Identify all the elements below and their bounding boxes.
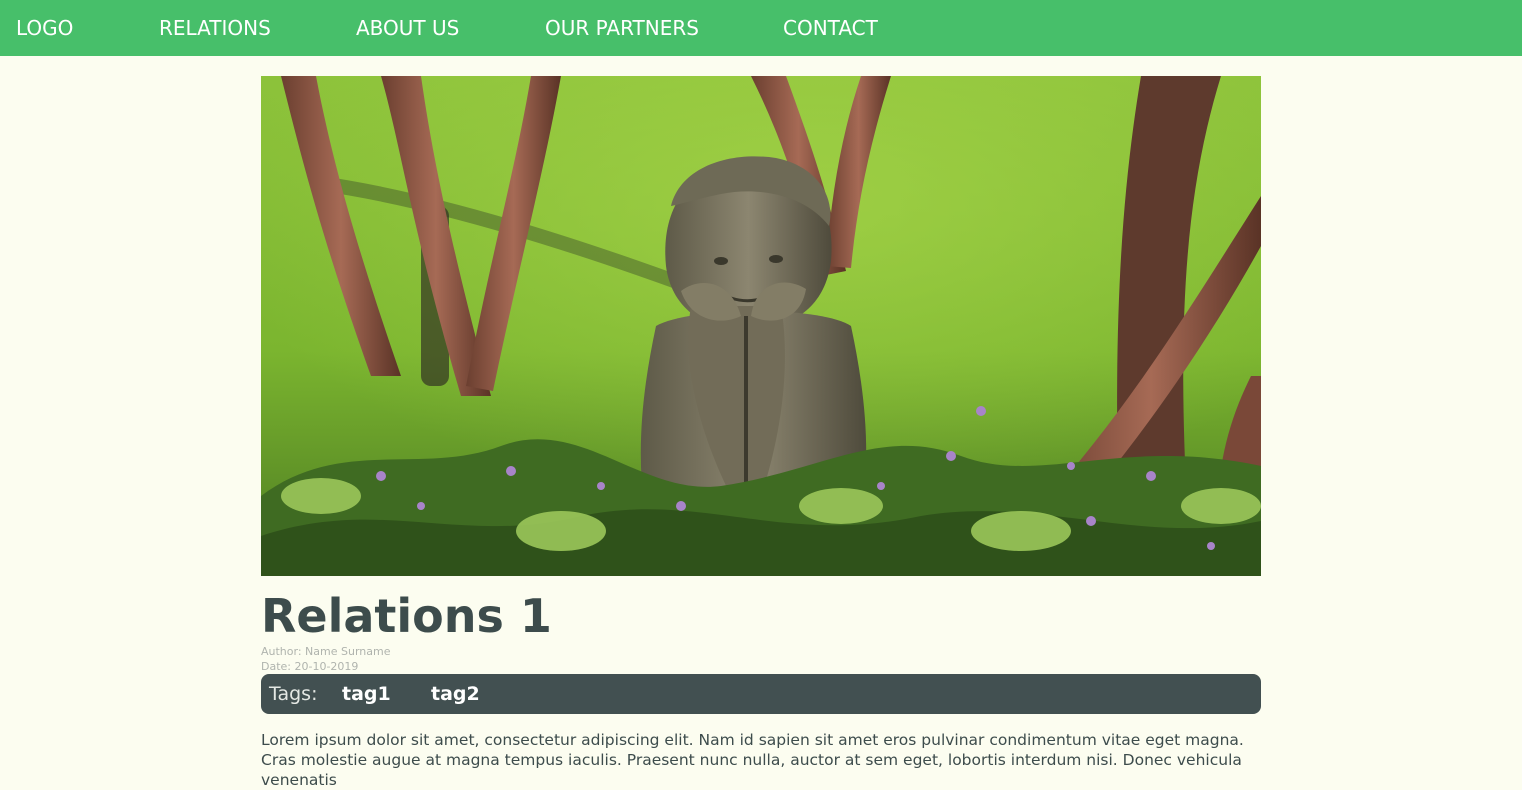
post-date: Date: 20-10-2019 (261, 660, 359, 673)
post-author: Author: Name Surname (261, 645, 391, 658)
tag-link[interactable]: tag2 (431, 674, 480, 714)
nav-logo-link[interactable]: LOGO (16, 0, 73, 56)
nav-relations-link[interactable]: RELATIONS (159, 0, 271, 56)
post-title: Relations 1 (261, 589, 552, 643)
nav-about-us-link[interactable]: ABOUT US (356, 0, 459, 56)
post-body-text: Lorem ipsum dolor sit amet, consectetur … (261, 731, 1244, 789)
tags-bar: Tags: tag1 tag2 (261, 674, 1261, 714)
hero-image (261, 76, 1261, 576)
tag-link[interactable]: tag1 (342, 674, 391, 714)
nav-contact-link[interactable]: CONTACT (783, 0, 878, 56)
nav-our-partners-link[interactable]: OUR PARTNERS (545, 0, 699, 56)
tags-label: Tags: (269, 683, 318, 705)
top-navbar: LOGO RELATIONS ABOUT US OUR PARTNERS CON… (0, 0, 1522, 56)
